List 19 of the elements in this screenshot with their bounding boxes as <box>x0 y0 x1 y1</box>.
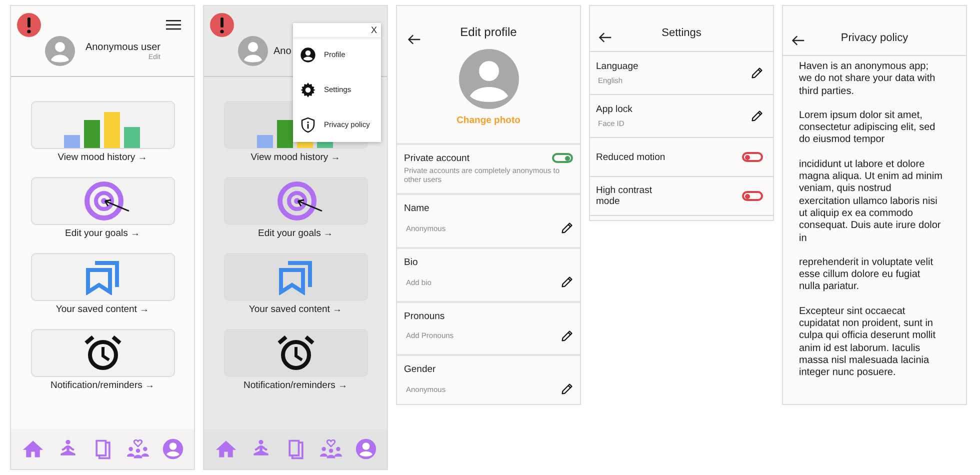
setting-label: High contrast mode <box>596 185 653 207</box>
setting-label: Language <box>596 61 638 72</box>
user-name: Anonymous user <box>85 42 160 52</box>
field-label: Gender <box>404 364 437 376</box>
screen-title: Settings <box>662 26 702 38</box>
screen-title: Edit profile <box>460 25 517 39</box>
policy-paragraph: reprehenderit in voluptate velit esse cillum dolore eu fugiat nulla pariatur. <box>799 256 934 294</box>
field-label: Bio <box>404 257 419 268</box>
policy-paragraph: Haven is an anonymous app; we do not share your data with third parties. <box>799 61 936 98</box>
setting-label: Reduced motion <box>596 152 666 162</box>
user-name: Ano <box>274 46 292 56</box>
setting-label: App lock <box>596 104 632 115</box>
policy-paragraph: Excepteur sint occaecat cupidatat non proident, sunt in culpa qui officia deserunt mollit anim id est laborum. Iaculis massa nisl malesuada lacinia integer nunc posuere. <box>799 306 937 380</box>
policy-paragraph: Lorem ipsum dolor sit amet, consectetur adipiscing elit, sed do eiusmod tempor <box>799 110 936 147</box>
screen-title: Privacy policy <box>840 32 908 44</box>
field-label: Pronouns <box>404 310 446 322</box>
setting-label: Private account <box>404 152 470 164</box>
policy-paragraph: incididunt ut labore et dolore magna aliqua. Ut enim ad minim veniam, quis nostrud exercitation ullamco laboris nisi ut aliquip ex ea commodo consequat. Duis aute irure dolor in <box>799 158 944 245</box>
field-label: Name <box>404 203 430 214</box>
